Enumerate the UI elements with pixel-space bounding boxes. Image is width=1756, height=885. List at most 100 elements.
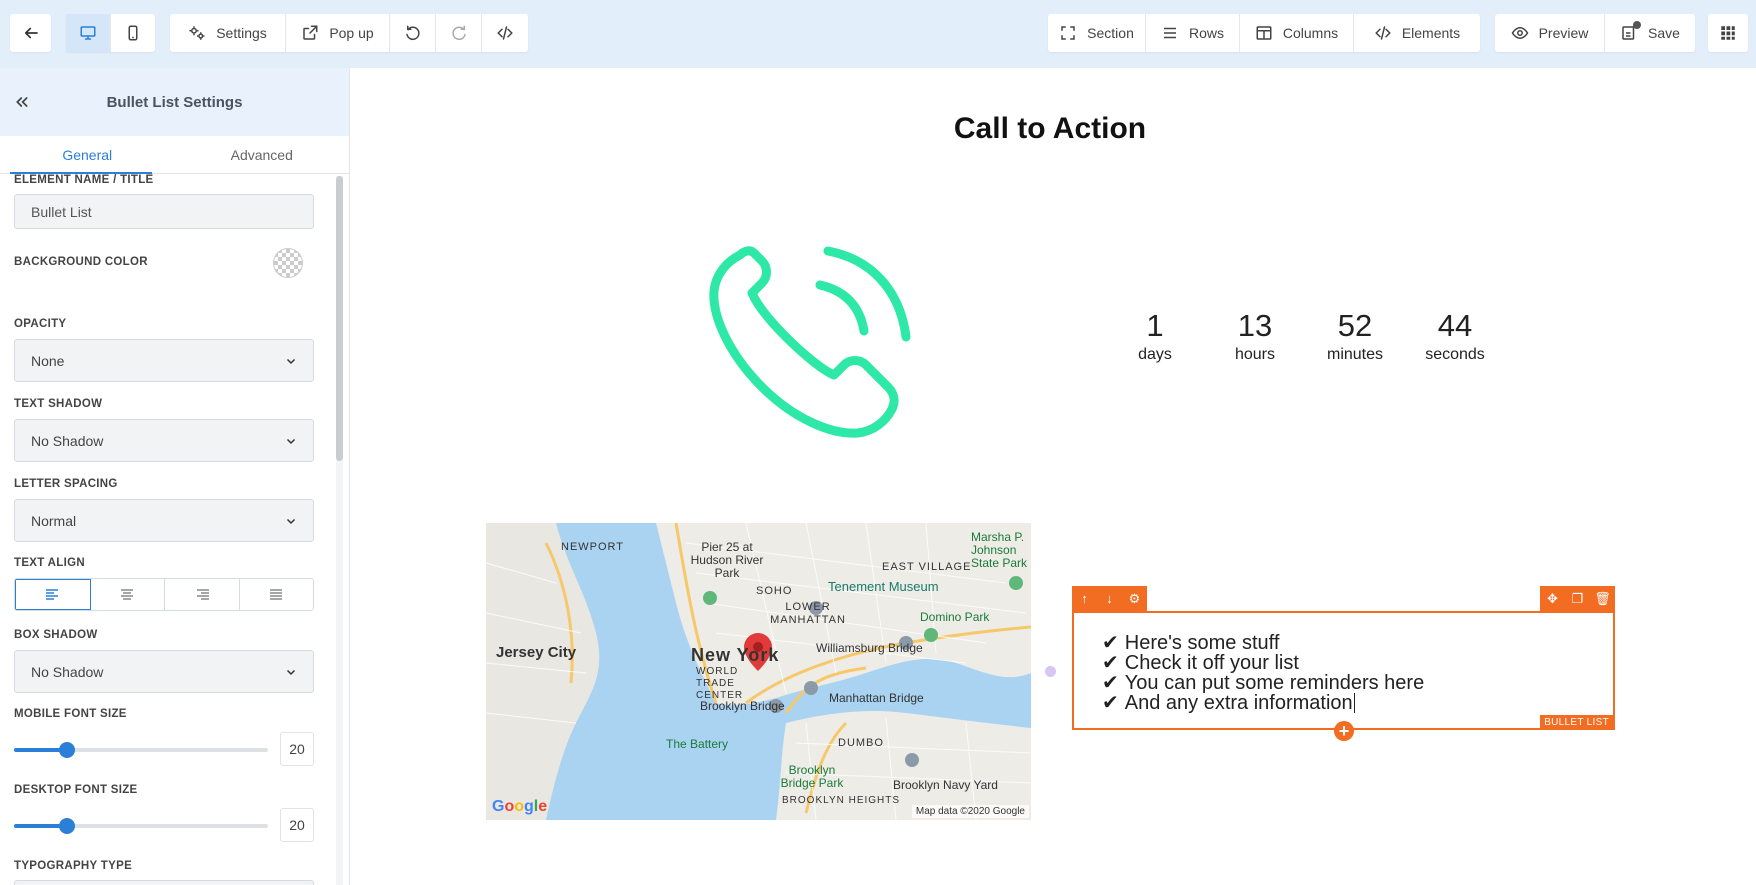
settings-label: Settings [216, 25, 267, 41]
duplicate-element-button[interactable]: ❐ [1565, 586, 1590, 611]
bullet-list[interactable]: ✔ Here's some stuff ✔ Check it off your li… [1102, 633, 1424, 713]
chevron-down-icon [286, 358, 296, 364]
text-cursor [1353, 693, 1355, 713]
map-label-tenement: Tenement Museum [828, 579, 939, 594]
popup-button[interactable]: Pop up [286, 14, 390, 52]
countdown-number: 1 [1146, 308, 1164, 343]
arrow-up-icon: ↑ [1081, 591, 1088, 606]
map-label-new-york: New York [691, 645, 780, 665]
mobile-view-button[interactable] [111, 14, 155, 52]
typography-type-select[interactable] [14, 880, 314, 885]
columns-button[interactable]: Columns [1240, 14, 1354, 52]
drag-element-button[interactable]: ✥ [1540, 586, 1565, 611]
mobile-font-size-value[interactable]: 20 [280, 732, 314, 766]
countdown-minutes: 52 minutes [1305, 308, 1405, 364]
section-label: Section [1087, 25, 1134, 41]
map-label-williamsburg: Williamsburg Bridge [816, 641, 923, 655]
section-button[interactable]: Section [1048, 14, 1146, 52]
element-name-input[interactable]: Bullet List [14, 194, 314, 229]
undo-button[interactable] [390, 14, 436, 52]
desktop-font-size-value[interactable]: 20 [280, 808, 314, 842]
map-label-jersey-city: Jersey City [496, 644, 577, 661]
countdown-timer[interactable]: 1 days 13 hours 52 minutes 44 seconds [1105, 308, 1505, 364]
eye-icon [1511, 26, 1528, 40]
save-label: Save [1648, 25, 1680, 41]
column-resize-handle[interactable] [1045, 666, 1056, 677]
code-icon [1375, 26, 1391, 40]
arrow-down-icon: ↓ [1106, 591, 1113, 606]
apps-button[interactable] [1708, 14, 1748, 52]
element-toolbar-right: ✥ ❐ 🗑 [1540, 586, 1615, 611]
arrow-left-icon [24, 27, 38, 39]
settings-button[interactable]: Settings [170, 14, 286, 52]
desktop-view-button[interactable] [66, 14, 111, 52]
list-item-text: And any extra information [1124, 692, 1353, 714]
opacity-select[interactable]: None [14, 339, 314, 382]
text-align-label: TEXT ALIGN [14, 557, 85, 569]
map-label-world-trade: WORLD TRADE CENTER [696, 666, 744, 701]
chevron-down-icon [286, 438, 296, 444]
panel-scrollbar[interactable] [336, 176, 343, 885]
list-item[interactable]: ✔ You can put some reminders here [1102, 673, 1424, 693]
text-shadow-select[interactable]: No Shadow [14, 419, 314, 462]
panel-scroll-thumb[interactable] [336, 176, 343, 461]
bullet-list-element[interactable]: ✔ Here's some stuff ✔ Check it off your li… [1072, 611, 1615, 730]
slider-thumb[interactable] [59, 742, 76, 758]
list-item[interactable]: ✔ Check it off your list [1102, 653, 1424, 673]
code-button[interactable] [482, 14, 528, 52]
text-align-group [14, 578, 314, 611]
letter-spacing-select[interactable]: Normal [14, 499, 314, 542]
align-right-button[interactable] [165, 579, 240, 610]
element-settings-button[interactable]: ⚙ [1122, 586, 1147, 611]
panel-tabs: General Advanced [0, 136, 349, 174]
columns-icon [1256, 26, 1272, 40]
align-left-icon [45, 588, 58, 600]
slider-track[interactable] [14, 742, 268, 758]
move-down-button[interactable]: ↓ [1097, 586, 1122, 611]
align-justify-icon [270, 588, 283, 600]
gears-icon [189, 26, 205, 40]
countdown-days: 1 days [1105, 308, 1205, 364]
mobile-font-size-slider: 20 [14, 732, 314, 766]
list-item[interactable]: ✔ And any extra information [1102, 693, 1424, 713]
tab-general[interactable]: General [0, 136, 175, 173]
chevron-down-icon [286, 518, 296, 524]
redo-button[interactable] [436, 14, 482, 52]
expand-icon [1061, 26, 1075, 40]
elements-button[interactable]: Elements [1354, 14, 1480, 52]
box-shadow-label: BOX SHADOW [14, 629, 98, 641]
align-left-button[interactable] [15, 579, 91, 610]
back-button[interactable] [10, 14, 51, 52]
top-toolbar: Settings Pop up Section Rows Columns Ele… [0, 0, 1756, 68]
box-shadow-select[interactable]: No Shadow [14, 650, 314, 693]
code-icon [497, 26, 513, 40]
trash-icon: 🗑 [1594, 590, 1611, 606]
countdown-number: 44 [1437, 308, 1473, 343]
align-center-button[interactable] [90, 579, 165, 610]
preview-button[interactable]: Preview [1495, 14, 1605, 52]
google-map[interactable]: Jersey City New York NEWPORT Pier 25 at … [486, 523, 1031, 820]
checkmark-icon: ✔ [1102, 632, 1119, 654]
background-color-swatch[interactable] [273, 248, 303, 278]
countdown-seconds: 44 seconds [1405, 308, 1505, 364]
page-title[interactable]: Call to Action [350, 112, 1750, 146]
phone-ringing-icon[interactable] [702, 233, 912, 443]
delete-element-button[interactable]: 🗑 [1590, 586, 1615, 611]
tab-advanced[interactable]: Advanced [175, 136, 350, 173]
align-justify-button[interactable] [239, 579, 313, 610]
desktop-font-size-slider: 20 [14, 808, 314, 842]
rows-button[interactable]: Rows [1146, 14, 1240, 52]
add-element-button[interactable]: + [1334, 721, 1354, 741]
map-label-dumbo: DUMBO [838, 737, 884, 749]
preview-label: Preview [1538, 25, 1589, 41]
move-up-button[interactable]: ↑ [1072, 586, 1097, 611]
map-label-navy-yard: Brooklyn Navy Yard [893, 778, 998, 792]
collapse-panel-button[interactable] [10, 90, 34, 114]
map-label-soho: SOHO [756, 585, 793, 597]
chevron-down-icon [286, 669, 296, 675]
save-button[interactable]: Save [1605, 14, 1695, 52]
slider-track[interactable] [14, 818, 268, 834]
copy-icon: ❐ [1571, 590, 1584, 606]
slider-thumb[interactable] [59, 818, 76, 834]
list-item[interactable]: ✔ Here's some stuff [1102, 633, 1424, 653]
